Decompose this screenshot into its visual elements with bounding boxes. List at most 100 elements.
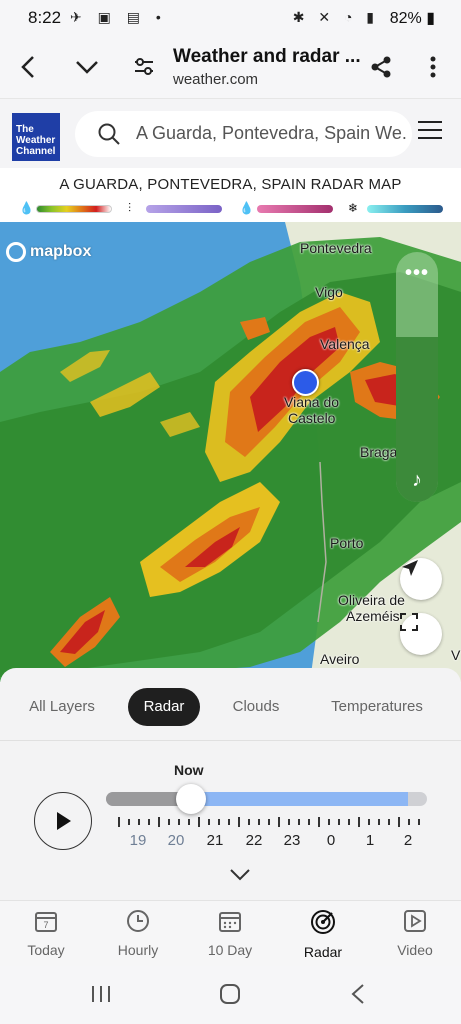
timeline-future [190, 792, 408, 806]
timeline-tick [368, 819, 370, 825]
timeline-tick [408, 819, 410, 825]
snow-legend-bar [367, 205, 443, 213]
map-label-oliveira: Oliveira de [338, 592, 405, 608]
radar-icon [311, 910, 335, 934]
map-label-vigo: Vigo [315, 284, 343, 300]
nav-today[interactable]: 7 Today [6, 909, 86, 958]
timeline-tick [338, 819, 340, 825]
page-title: Weather and radar ... [173, 46, 361, 67]
rain-drop-icon: 💧 [19, 201, 34, 215]
logo-line: The [16, 124, 34, 135]
more-horiz-icon[interactable]: ••• [396, 262, 438, 285]
browser-toolbar: Weather and radar ... weather.com [0, 36, 461, 98]
timeline-tick [148, 819, 150, 825]
map-label-porto: Porto [330, 535, 364, 551]
hour-label: 1 [365, 832, 375, 849]
back-icon[interactable] [12, 50, 46, 84]
radar-controls-panel: All Layers Radar Clouds Temperatures Now… [0, 668, 461, 900]
map-label-edge: V [451, 647, 461, 663]
fullscreen-icon[interactable] [400, 613, 442, 655]
hour-label: 2 [403, 832, 413, 849]
precip-legend: 💧 ⫶ 💧 ❄ [0, 200, 461, 218]
logo-line: Channel [16, 146, 56, 157]
timeline-tick [298, 819, 300, 825]
site-header: The Weather Channel A Guarda, Pontevedra… [0, 98, 461, 168]
timeline-tick [308, 819, 310, 825]
share-icon[interactable] [364, 50, 398, 84]
nav-label: 10 Day [207, 942, 253, 958]
timeline-ticks [118, 817, 420, 827]
layer-tabs: All Layers Radar Clouds Temperatures [0, 688, 461, 726]
timeline-thumb[interactable] [176, 784, 206, 814]
timeline-tick [248, 819, 250, 825]
timeline-tick [278, 817, 280, 827]
hour-label: 0 [326, 832, 336, 849]
search-value: A Guarda, Pontevedra, Spain We... [136, 123, 406, 143]
map-label-valenca: Valença [320, 336, 370, 352]
hour-label: 22 [245, 832, 263, 849]
chevron-down-icon[interactable] [70, 50, 104, 84]
weather-channel-logo[interactable]: The Weather Channel [12, 113, 60, 161]
tab-all-layers[interactable]: All Layers [18, 688, 106, 726]
more-vert-icon[interactable] [416, 50, 450, 84]
locate-me-icon[interactable] [400, 558, 442, 600]
recent-apps-icon[interactable] [90, 984, 112, 1009]
nav-label: Today [27, 942, 65, 958]
hour-label: 23 [283, 832, 301, 849]
tab-radar[interactable]: Radar [128, 688, 200, 726]
snowflake-icon: ❄ [348, 201, 359, 215]
current-location-marker[interactable] [292, 369, 319, 396]
status-time: 8:22 [28, 8, 62, 27]
system-back-icon[interactable] [350, 983, 366, 1010]
hour-label: 21 [206, 832, 224, 849]
timeline-track[interactable] [106, 792, 427, 806]
timeline-tick [128, 819, 130, 825]
timeline-tick [288, 819, 290, 825]
nav-label: Video [397, 942, 433, 958]
timeline-tick [118, 817, 120, 827]
home-icon[interactable] [219, 983, 241, 1010]
mapbox-logo: mapbox [6, 242, 91, 262]
timeline-tick [188, 819, 190, 825]
search-icon [97, 122, 121, 151]
divider [0, 740, 461, 741]
search-input[interactable]: A Guarda, Pontevedra, Spain We... [75, 111, 412, 157]
timeline-now-label: Now [174, 762, 204, 778]
nav-radar[interactable]: Radar [283, 909, 363, 960]
timeline-tick [388, 819, 390, 825]
ice-legend-bar [257, 205, 333, 213]
mix-legend-bar [146, 205, 222, 213]
page-url[interactable]: weather.com [173, 71, 258, 88]
svg-text:7: 7 [43, 920, 48, 930]
tab-clouds[interactable]: Clouds [222, 688, 290, 726]
expand-chevron-icon[interactable] [229, 868, 251, 887]
nav-10-day[interactable]: 10 Day [190, 909, 270, 958]
notification-icons: ✈ ▣ ▤ • [70, 9, 167, 25]
timeline-tick [328, 819, 330, 825]
opacity-slider[interactable]: ••• ♪ [396, 252, 438, 502]
nav-label: Radar [303, 944, 343, 960]
clock-icon [127, 910, 149, 932]
video-play-icon [404, 910, 426, 932]
radar-map[interactable]: mapbox Pontevedra Vigo Valença Viana do … [0, 222, 461, 682]
status-bar: 8:22 ✈ ▣ ▤ • ✱ ✕ ◔ ▮ 82% ▮ [0, 0, 461, 36]
timeline-tick [198, 817, 200, 827]
play-button[interactable] [34, 792, 92, 850]
mix-icon: ⫶ [128, 201, 132, 215]
sound-icon[interactable]: ♪ [396, 469, 438, 492]
nav-hourly[interactable]: Hourly [98, 909, 178, 958]
timeline-tick [238, 817, 240, 827]
nav-label: Hourly [117, 942, 159, 958]
hamburger-menu-icon[interactable] [418, 121, 442, 143]
nav-video[interactable]: Video [375, 909, 455, 958]
tab-temperatures[interactable]: Temperatures [318, 688, 436, 726]
page-settings-icon[interactable] [127, 50, 161, 84]
calendar-7-icon: 7 [35, 912, 57, 932]
calendar-grid-icon [219, 912, 241, 932]
map-label-viana-do: Viana do [284, 394, 340, 410]
bottom-nav: 7 Today Hourly 10 Day Radar Video [0, 900, 461, 966]
system-icons: ✱ ✕ ◔ ▮ [292, 9, 379, 25]
map-label-braga: Braga [360, 444, 398, 460]
logo-line: Weather [16, 135, 56, 146]
timeline-tick [268, 819, 270, 825]
